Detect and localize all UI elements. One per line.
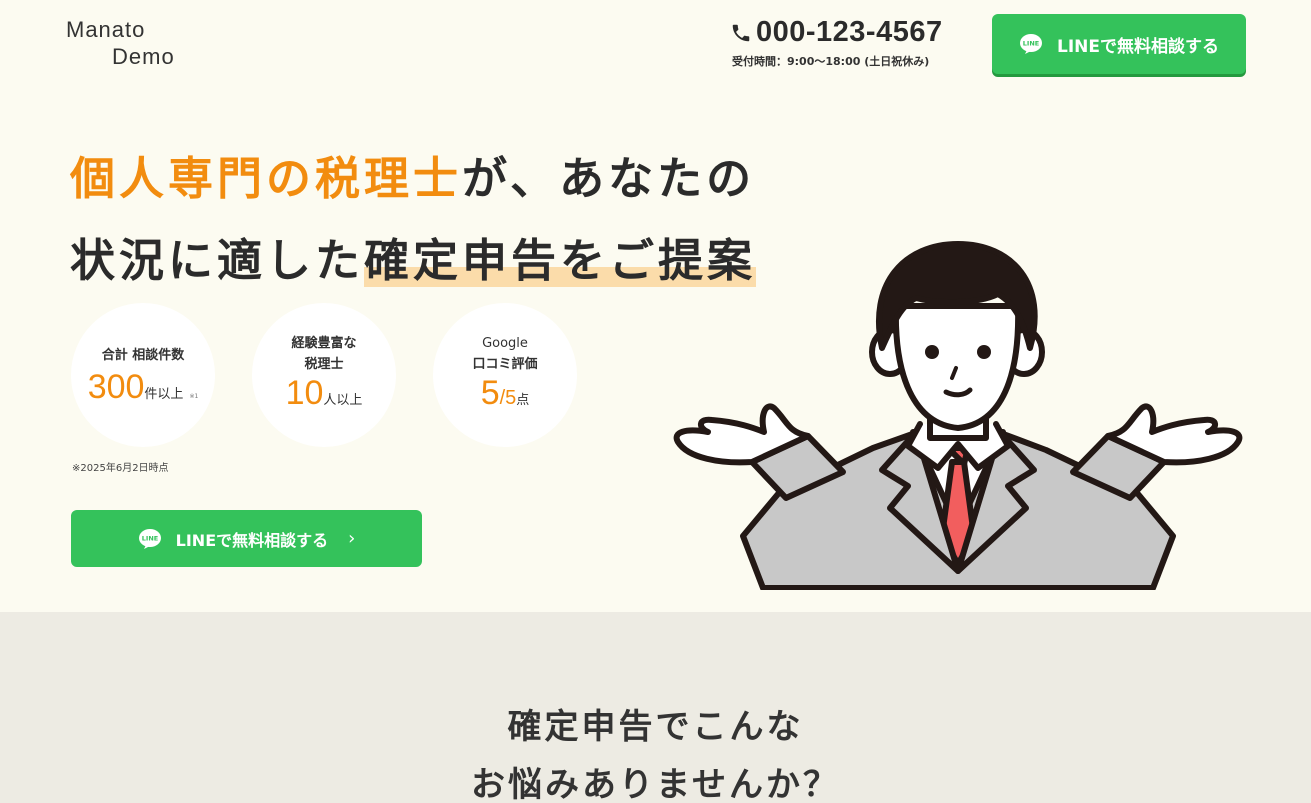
stat-value: 300 (87, 368, 145, 406)
problems-section: 確定申告でこんな お悩みありませんか？ (0, 612, 1311, 803)
phone-contact: 000-123-4567 受付時間：9:00〜18:00 (土日祝休み) (730, 16, 950, 69)
site-logo[interactable]: Manato Demo (66, 16, 175, 70)
problems-heading-line1: 確定申告でこんな (507, 707, 804, 747)
problems-heading-line2: お悩みありませんか？ (471, 765, 840, 803)
stat-consultations: 合計 相談件数 300件以上 ※1 (71, 303, 215, 447)
stat-footnote: ※2025年6月2日時点 (72, 463, 169, 474)
phone-icon (732, 24, 750, 41)
stat-unit: 人以上 (323, 393, 363, 408)
header-line-consult-button[interactable]: LINE LINEで無料相談する (992, 14, 1246, 74)
stat-label: 経験豊富な (291, 336, 357, 351)
header-line-button-label: LINEで無料相談する (1057, 36, 1219, 57)
hero-line-consult-button[interactable]: LINE LINEで無料相談する › (71, 510, 422, 567)
stat-label: Google (482, 336, 528, 351)
problems-heading: 確定申告でこんな お悩みありませんか？ (0, 698, 1311, 803)
stat-label-2: 税理士 (304, 357, 344, 372)
stat-unit: 件以上 (144, 387, 184, 402)
stat-value: 10 (285, 374, 324, 412)
logo-line-2: Demo (112, 44, 175, 69)
stat-unit: 点 (516, 393, 530, 408)
stat-tax-accountants: 経験豊富な 税理士 10人以上 (252, 303, 396, 447)
line-logo-icon: LINE (1020, 34, 1042, 54)
svg-text:LINE: LINE (141, 534, 157, 542)
logo-line-1: Manato (66, 17, 146, 42)
chevron-right-icon: › (348, 528, 356, 549)
line-logo-icon: LINE (138, 528, 161, 549)
hero-title-line2-start: 状況に適した (70, 234, 365, 287)
site-header: Manato Demo 000-123-4567 受付時間：9:00〜18:00… (0, 0, 1311, 90)
stat-value: 5 (480, 374, 500, 412)
hero-title-rest: が、あなたの (462, 152, 756, 205)
business-hours: 受付時間：9:00〜18:00 (土日祝休み) (732, 55, 930, 68)
stat-value-suffix: /5 (499, 387, 517, 409)
stat-label-2: 口コミ評価 (472, 357, 538, 372)
hero-heading: 個人専門の税理士が、あなたの 状況に適した確定申告をご提案 (70, 138, 757, 302)
stat-footnote-mark: ※1 (189, 393, 199, 400)
hero-line-button-label: LINEで無料相談する (175, 530, 329, 550)
hero-title-highlight: 個人専門の税理士 (70, 152, 463, 205)
stat-label: 合計 相談件数 (101, 348, 185, 363)
tax-accountant-illustration (673, 241, 1243, 590)
stat-google-rating: Google 口コミ評価 5/5点 (433, 303, 577, 447)
svg-text:LINE: LINE (1023, 40, 1039, 48)
phone-number[interactable]: 000-123-4567 (756, 16, 943, 49)
